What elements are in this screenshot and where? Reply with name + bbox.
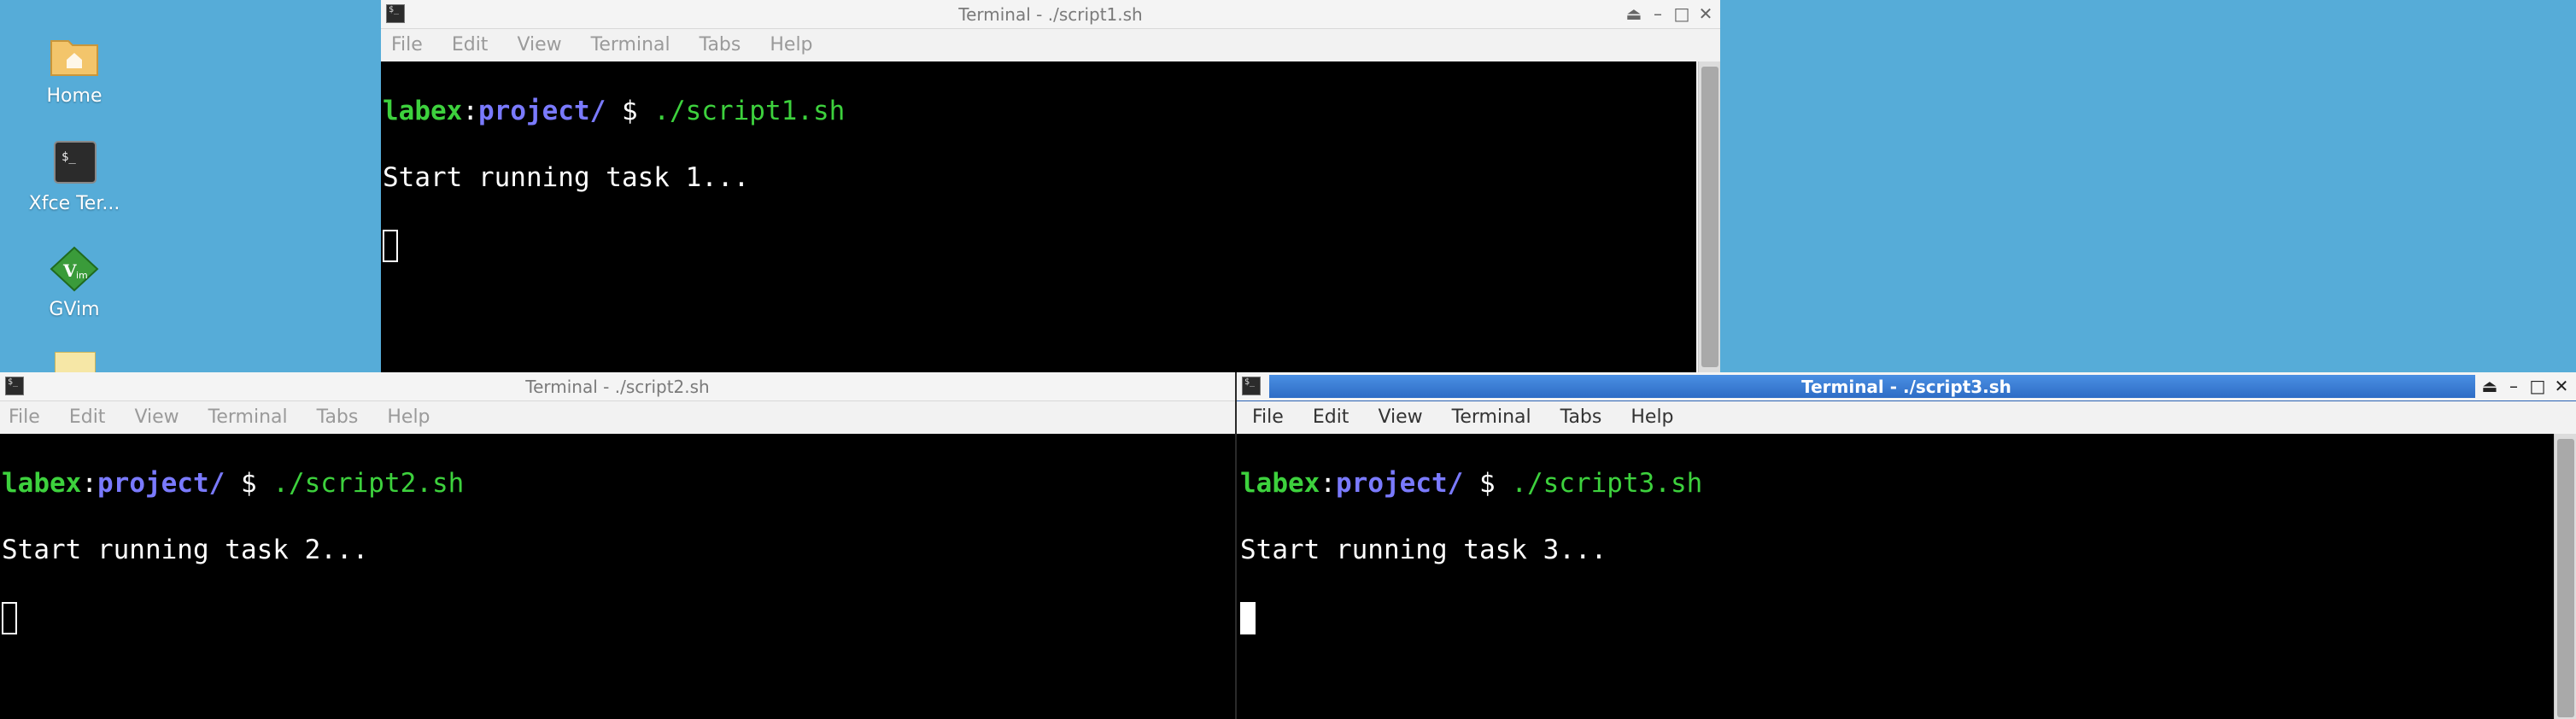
menu-edit[interactable]: Edit xyxy=(1309,405,1353,430)
window-titlebar[interactable]: Terminal - ./script1.sh ⏏ – □ ✕ xyxy=(381,0,1720,29)
menu-terminal[interactable]: Terminal xyxy=(588,32,674,57)
prompt-user: labex xyxy=(2,468,82,499)
output-line: Start running task 2... xyxy=(2,535,369,565)
window-titlebar[interactable]: Terminal - ./script2.sh xyxy=(0,372,1235,401)
prompt-line: labex:project/ $ ./script2.sh xyxy=(2,467,1235,500)
menu-tabs[interactable]: Tabs xyxy=(313,405,362,430)
desktop-icon-label: Xfce Ter... xyxy=(28,193,120,214)
prompt-path: project/ xyxy=(97,468,225,499)
prompt-dollar: $ xyxy=(1463,468,1512,499)
desktop-icon-label: GVim xyxy=(49,299,100,320)
minimize-icon[interactable]: – xyxy=(1648,3,1667,25)
window-title: Terminal - ./script3.sh xyxy=(1801,377,2011,397)
prompt-user: labex xyxy=(1240,468,1320,499)
menu-terminal[interactable]: Terminal xyxy=(205,405,291,430)
output-line: Start running task 3... xyxy=(1240,535,1607,565)
prompt-line: labex:project/ $ ./script1.sh xyxy=(383,95,1696,128)
prompt-dollar: $ xyxy=(606,96,654,126)
menu-view[interactable]: View xyxy=(513,32,565,57)
prompt-line: labex:project/ $ ./script3.sh xyxy=(1240,467,2554,500)
menu-edit[interactable]: Edit xyxy=(66,405,109,430)
maximize-icon[interactable]: □ xyxy=(2528,375,2547,397)
terminal-cursor xyxy=(383,229,398,262)
gvim-icon: V im xyxy=(48,246,101,292)
maximize-icon[interactable]: □ xyxy=(1672,3,1691,25)
close-icon[interactable]: ✕ xyxy=(1696,3,1715,25)
prompt-command: ./script3.sh xyxy=(1511,468,1703,499)
window-title: Terminal - ./script2.sh xyxy=(525,377,710,397)
menubar: File Edit View Terminal Tabs Help xyxy=(381,29,1720,61)
menubar: File Edit View Terminal Tabs Help xyxy=(1237,401,2576,433)
window-titlebar[interactable]: Terminal - ./script3.sh ⏏ – □ ✕ xyxy=(1237,372,2576,401)
desktop-icon-terminal[interactable]: $_ Xfce Ter... xyxy=(15,140,134,214)
terminal-output[interactable]: labex:project/ $ ./script2.sh Start runn… xyxy=(0,434,1235,719)
prompt-sep: : xyxy=(1320,468,1336,499)
prompt-command: ./script2.sh xyxy=(272,468,465,499)
prompt-path: project/ xyxy=(478,96,606,126)
close-icon[interactable]: ✕ xyxy=(2552,375,2571,397)
menu-edit[interactable]: Edit xyxy=(448,32,492,57)
menu-file[interactable]: File xyxy=(388,32,426,57)
prompt-command: ./script1.sh xyxy=(653,96,846,126)
prompt-sep: : xyxy=(462,96,478,126)
terminal-window-script1[interactable]: Terminal - ./script1.sh ⏏ – □ ✕ File Edi… xyxy=(381,0,1720,372)
prompt-dollar: $ xyxy=(225,468,273,499)
terminal-output[interactable]: labex:project/ $ ./script3.sh Start runn… xyxy=(1237,434,2554,719)
menu-view[interactable]: View xyxy=(131,405,182,430)
desktop-icon-home[interactable]: Home xyxy=(15,32,134,107)
menu-help[interactable]: Help xyxy=(383,405,433,430)
menu-file[interactable]: File xyxy=(1249,405,1287,430)
output-line: Start running task 1... xyxy=(383,162,750,193)
menu-tabs[interactable]: Tabs xyxy=(1557,405,1606,430)
terminal-window-script2[interactable]: Terminal - ./script2.sh File Edit View T… xyxy=(0,372,1235,719)
home-folder-icon xyxy=(48,32,101,79)
menu-terminal[interactable]: Terminal xyxy=(1449,405,1535,430)
shade-icon[interactable]: ⏏ xyxy=(1625,3,1643,25)
desktop-icon-gvim[interactable]: V im GVim xyxy=(15,246,134,320)
menubar: File Edit View Terminal Tabs Help xyxy=(0,401,1235,433)
scrollbar-thumb[interactable] xyxy=(1701,67,1718,367)
scrollbar-thumb[interactable] xyxy=(2557,439,2574,717)
menu-help[interactable]: Help xyxy=(766,32,816,57)
menu-view[interactable]: View xyxy=(1374,405,1426,430)
menu-tabs[interactable]: Tabs xyxy=(696,32,745,57)
scrollbar[interactable] xyxy=(2554,434,2576,719)
minimize-icon[interactable]: – xyxy=(2504,375,2523,397)
menu-file[interactable]: File xyxy=(5,405,44,430)
terminal-window-script3[interactable]: Terminal - ./script3.sh ⏏ – □ ✕ File Edi… xyxy=(1237,372,2576,719)
svg-text:im: im xyxy=(76,270,88,281)
desktop-icon-label: Home xyxy=(46,85,102,107)
menu-help[interactable]: Help xyxy=(1627,405,1677,430)
shade-icon[interactable]: ⏏ xyxy=(2480,375,2499,397)
note-icon[interactable] xyxy=(55,352,96,373)
window-title: Terminal - ./script1.sh xyxy=(958,4,1143,25)
svg-text:$_: $_ xyxy=(61,150,76,164)
svg-text:V: V xyxy=(62,260,77,281)
prompt-sep: : xyxy=(81,468,97,499)
prompt-user: labex xyxy=(383,96,463,126)
terminal-cursor xyxy=(1240,601,1256,634)
terminal-output[interactable]: labex:project/ $ ./script1.sh Start runn… xyxy=(381,61,1696,372)
prompt-path: project/ xyxy=(1336,468,1464,499)
terminal-cursor xyxy=(2,601,17,634)
scrollbar[interactable] xyxy=(1698,61,1720,372)
terminal-icon: $_ xyxy=(48,140,101,186)
